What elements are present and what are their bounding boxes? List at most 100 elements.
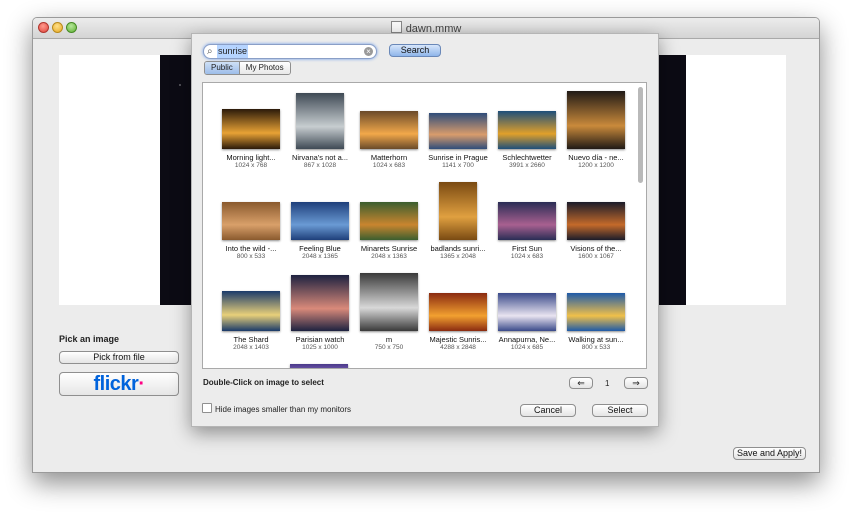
flickr-search-dialog: ⌕ sunrise × Search Public My Photos Morn… bbox=[191, 33, 659, 427]
result-item[interactable]: Visions of the... 1600 x 1067 bbox=[557, 180, 635, 270]
result-thumbnail[interactable] bbox=[296, 93, 344, 149]
result-item[interactable]: Annapurna, Ne... 1024 x 685 bbox=[488, 271, 566, 361]
partial-result-thumbnail[interactable] bbox=[290, 364, 348, 368]
result-thumbnail[interactable] bbox=[498, 111, 556, 149]
result-item[interactable]: badlands sunri... 1365 x 2048 bbox=[419, 180, 497, 270]
search-button[interactable]: Search bbox=[389, 44, 441, 57]
result-name: Matterhorn bbox=[370, 153, 408, 162]
result-dimensions: 3991 x 2660 bbox=[509, 162, 545, 169]
result-item[interactable]: Schlechtwetter 3991 x 2660 bbox=[488, 89, 566, 179]
select-button[interactable]: Select bbox=[592, 404, 648, 417]
result-item[interactable]: Parisian watch 1025 x 1000 bbox=[281, 271, 359, 361]
result-dimensions: 2048 x 1363 bbox=[371, 253, 407, 260]
result-item[interactable]: Sunrise in Prague 1141 x 700 bbox=[419, 89, 497, 179]
result-name: Annapurna, Ne... bbox=[498, 335, 556, 344]
flickr-button[interactable]: flickr· bbox=[59, 372, 179, 396]
result-name: Feeling Blue bbox=[299, 244, 341, 253]
result-thumbnail[interactable] bbox=[291, 202, 349, 240]
result-name: Nirvana's not a... bbox=[291, 153, 349, 162]
result-name: Visions of the... bbox=[570, 244, 622, 253]
result-item[interactable]: Nuevo día - ne... 1200 x 1200 bbox=[557, 89, 635, 179]
hide-small-images-checkbox[interactable] bbox=[202, 403, 212, 413]
result-thumbnail[interactable] bbox=[498, 293, 556, 331]
result-dimensions: 1024 x 768 bbox=[234, 162, 268, 169]
result-dimensions: 867 x 1028 bbox=[303, 162, 337, 169]
pick-from-file-button[interactable]: Pick from file bbox=[59, 351, 179, 364]
cancel-button[interactable]: Cancel bbox=[520, 404, 576, 417]
minimize-window-icon[interactable] bbox=[52, 22, 63, 33]
tab-my-photos[interactable]: My Photos bbox=[239, 62, 290, 74]
result-thumbnail[interactable] bbox=[291, 275, 349, 331]
result-item[interactable]: m 750 x 750 bbox=[350, 271, 428, 361]
result-item[interactable]: Matterhorn 1024 x 683 bbox=[350, 89, 428, 179]
result-dimensions: 2048 x 1365 bbox=[302, 253, 338, 260]
result-dimensions: 1200 x 1200 bbox=[578, 162, 614, 169]
result-name: Morning light... bbox=[226, 153, 276, 162]
search-input[interactable]: ⌕ sunrise × bbox=[203, 44, 377, 59]
result-item[interactable]: Walking at sun... 800 x 533 bbox=[557, 271, 635, 361]
result-dimensions: 1600 x 1067 bbox=[578, 253, 614, 260]
save-and-apply-button[interactable]: Save and Apply! bbox=[733, 447, 806, 460]
result-dimensions: 1025 x 1000 bbox=[302, 344, 338, 351]
result-thumbnail[interactable] bbox=[222, 291, 280, 331]
search-icon: ⌕ bbox=[207, 46, 213, 57]
hide-small-images-label: Hide images smaller than my monitors bbox=[215, 405, 352, 414]
pick-image-label: Pick an image bbox=[59, 334, 120, 344]
hide-small-images-option[interactable]: Hide images smaller than my monitors bbox=[202, 403, 351, 414]
result-dimensions: 1141 x 700 bbox=[442, 162, 474, 169]
flickr-logo-dot: · bbox=[138, 373, 145, 395]
zoom-window-icon[interactable] bbox=[66, 22, 77, 33]
result-dimensions: 1024 x 683 bbox=[510, 253, 544, 260]
tab-public[interactable]: Public bbox=[205, 62, 240, 74]
result-dimensions: 1024 x 685 bbox=[510, 344, 544, 351]
result-thumbnail[interactable] bbox=[222, 109, 280, 149]
result-item[interactable]: Majestic Sunris... 4288 x 2848 bbox=[419, 271, 497, 361]
result-name: m bbox=[385, 335, 393, 344]
result-dimensions: 1024 x 683 bbox=[372, 162, 406, 169]
flickr-logo: flickr· bbox=[94, 373, 145, 395]
result-dimensions: 2048 x 1403 bbox=[233, 344, 269, 351]
result-item[interactable]: First Sun 1024 x 683 bbox=[488, 180, 566, 270]
result-item[interactable]: Nirvana's not a... 867 x 1028 bbox=[281, 89, 359, 179]
result-name: Walking at sun... bbox=[568, 335, 624, 344]
close-window-icon[interactable] bbox=[38, 22, 49, 33]
result-item[interactable]: Morning light... 1024 x 768 bbox=[212, 89, 290, 179]
results-scrollbar[interactable] bbox=[638, 87, 643, 183]
result-thumbnail[interactable] bbox=[429, 113, 487, 149]
result-dimensions: 800 x 533 bbox=[236, 253, 266, 260]
search-query: sunrise bbox=[217, 45, 249, 58]
document-icon bbox=[390, 21, 402, 33]
flickr-logo-text: flickr bbox=[93, 373, 139, 395]
result-item[interactable]: Into the wild -... 800 x 533 bbox=[212, 180, 290, 270]
result-item[interactable]: The Shard 2048 x 1403 bbox=[212, 271, 290, 361]
result-dimensions: 4288 x 2848 bbox=[440, 344, 476, 351]
result-name: Nuevo día - ne... bbox=[568, 153, 624, 162]
result-thumbnail[interactable] bbox=[429, 293, 487, 331]
clear-search-icon[interactable]: × bbox=[364, 47, 373, 56]
result-thumbnail[interactable] bbox=[567, 202, 625, 240]
result-name: Parisian watch bbox=[295, 335, 345, 344]
result-thumbnail[interactable] bbox=[439, 182, 477, 240]
results-grid: Morning light... 1024 x 768 Nirvana's not … bbox=[202, 82, 647, 369]
result-name: Sunrise in Prague bbox=[428, 153, 488, 162]
previous-page-button[interactable]: ⇐ bbox=[569, 377, 593, 389]
result-thumbnail[interactable] bbox=[360, 202, 418, 240]
page-number: 1 bbox=[605, 379, 610, 388]
source-segmented-control: Public My Photos bbox=[204, 61, 291, 75]
result-dimensions: 1365 x 2048 bbox=[440, 253, 476, 260]
result-thumbnail[interactable] bbox=[360, 111, 418, 149]
result-dimensions: 750 x 750 bbox=[374, 344, 404, 351]
double-click-hint: Double-Click on image to select bbox=[203, 378, 324, 387]
result-thumbnail[interactable] bbox=[222, 202, 280, 240]
result-thumbnail[interactable] bbox=[567, 91, 625, 149]
result-thumbnail[interactable] bbox=[567, 293, 625, 331]
result-name: First Sun bbox=[511, 244, 542, 253]
result-thumbnail[interactable] bbox=[498, 202, 556, 240]
next-page-button[interactable]: ⇒ bbox=[624, 377, 648, 389]
result-thumbnail[interactable] bbox=[360, 273, 418, 331]
result-name: Schlechtwetter bbox=[502, 153, 552, 162]
result-name: The Shard bbox=[233, 335, 269, 344]
result-item[interactable]: Minarets Sunrise 2048 x 1363 bbox=[350, 180, 428, 270]
result-item[interactable]: Feeling Blue 2048 x 1365 bbox=[281, 180, 359, 270]
result-name: Majestic Sunris... bbox=[429, 335, 487, 344]
